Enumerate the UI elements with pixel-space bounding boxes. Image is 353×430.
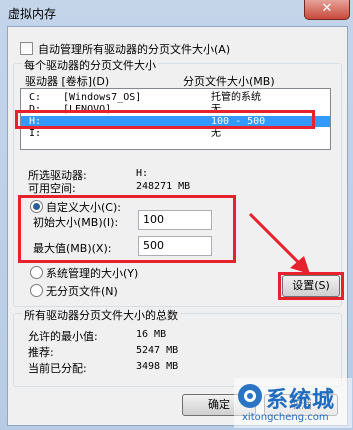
drive-row[interactable]: C: [Windows7_OS] 托管的系统 — [21, 92, 330, 103]
watermark-url: xitongcheng.com — [242, 412, 329, 423]
drive-paging-size: 托管的系统 — [211, 92, 261, 103]
drive-volume-label: [Windows7_OS] — [63, 92, 142, 103]
drive-row[interactable]: I: 无 — [21, 128, 330, 139]
window-title: 虚拟内存 — [8, 7, 57, 21]
drive-paging-size: 无 — [211, 128, 221, 139]
recommended-value: 5247 MB — [136, 345, 179, 356]
title-bar[interactable]: 虚拟内存 ✕ — [0, 0, 353, 26]
annotation-arrow-icon — [248, 212, 310, 274]
column-drive-header: 驱动器 [卷标](D) — [25, 75, 110, 88]
current-label: 当前已分配: — [28, 362, 87, 375]
selected-row-highlight — [15, 110, 315, 129]
custom-size-highlight — [18, 195, 236, 263]
free-space-value: 248271 MB — [136, 181, 191, 192]
selected-drive-value: H: — [136, 168, 149, 179]
min-value: 16 MB — [136, 329, 167, 340]
auto-manage-label[interactable]: 自动管理所有驱动器的分页文件大小(A) — [38, 41, 230, 57]
free-space-label: 可用空间: — [28, 182, 76, 195]
watermark-logo-icon — [238, 384, 262, 408]
close-icon: ✕ — [321, 1, 333, 16]
total-group-title: 所有驱动器分页文件大小的总数 — [22, 307, 180, 323]
system-managed-radio[interactable] — [30, 266, 43, 279]
column-size-header: 分页文件大小(MB) — [183, 75, 275, 88]
auto-manage-checkbox[interactable] — [20, 42, 33, 55]
system-managed-label[interactable]: 系统管理的大小(Y) — [46, 265, 138, 281]
drive-group-title: 每个驱动器的分页文件大小 — [22, 57, 158, 73]
close-button[interactable]: ✕ — [304, 0, 350, 20]
drive-letter: I: — [29, 128, 42, 139]
recommended-label: 推荐: — [28, 346, 54, 359]
watermark: 系统城 xitongcheng.com — [234, 378, 352, 428]
watermark-brand: 系统城 — [266, 388, 336, 413]
current-value: 3498 MB — [136, 361, 179, 372]
no-paging-label[interactable]: 无分页文件(N) — [46, 283, 118, 299]
drive-letter: C: — [29, 92, 42, 103]
no-paging-radio[interactable] — [30, 284, 43, 297]
min-label: 允许的最小值: — [28, 330, 98, 343]
